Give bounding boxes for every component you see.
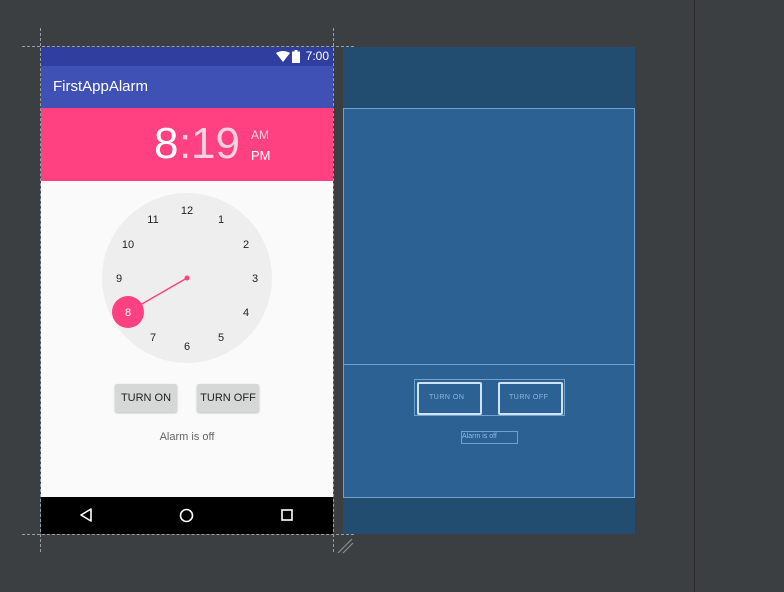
minute-display[interactable]: 19 xyxy=(191,119,240,169)
turn-off-button[interactable]: TURN OFF xyxy=(197,384,259,412)
pm-toggle[interactable]: PM xyxy=(251,148,271,163)
back-icon[interactable] xyxy=(79,508,93,522)
app-title: FirstAppAlarm xyxy=(53,78,149,95)
app-bar: FirstAppAlarm xyxy=(41,66,333,108)
wifi-icon xyxy=(276,51,290,62)
blueprint-time-picker[interactable] xyxy=(343,108,635,365)
blueprint-view: TURN ON TURN OFF Alarm is off xyxy=(343,47,635,534)
dial-number-4[interactable]: 4 xyxy=(243,307,249,319)
guide-right xyxy=(333,28,334,552)
home-icon[interactable] xyxy=(179,508,194,523)
hour-display[interactable]: 8 xyxy=(154,119,178,169)
blueprint-status-text[interactable]: Alarm is off xyxy=(461,431,518,444)
status-bar: 7:00 xyxy=(41,47,333,66)
recents-icon[interactable] xyxy=(281,509,293,521)
resize-handle-icon[interactable] xyxy=(336,537,356,555)
time-header: 8 : 19 AM PM xyxy=(41,108,333,181)
dial-number-1[interactable]: 1 xyxy=(218,214,224,226)
blueprint-turn-off-label: TURN OFF xyxy=(509,394,549,401)
blueprint-turn-on-label: TURN ON xyxy=(429,394,465,401)
time-separator: : xyxy=(179,119,192,168)
status-time: 7:00 xyxy=(305,49,329,63)
phone-preview: 7:00 FirstAppAlarm 8 : 19 AM PM 12 1 2 3… xyxy=(41,47,333,534)
side-panel xyxy=(694,0,784,592)
dial-number-3[interactable]: 3 xyxy=(252,273,258,285)
alarm-status-text: Alarm is off xyxy=(159,431,215,443)
dial-number-8[interactable]: 8 xyxy=(125,307,131,319)
battery-icon xyxy=(292,50,300,63)
dial-number-9[interactable]: 9 xyxy=(116,273,122,285)
clock-dial[interactable]: 12 1 2 3 4 5 6 7 8 9 10 11 xyxy=(102,193,272,363)
dial-number-7[interactable]: 7 xyxy=(150,332,156,344)
dial-number-5[interactable]: 5 xyxy=(218,332,224,344)
navigation-bar xyxy=(41,497,333,534)
am-toggle[interactable]: AM xyxy=(251,128,269,142)
dial-number-10[interactable]: 10 xyxy=(122,239,134,251)
dial-number-11[interactable]: 11 xyxy=(147,214,158,226)
blueprint-status-label: Alarm is off xyxy=(462,433,497,440)
dial-number-12[interactable]: 12 xyxy=(181,205,193,217)
guide-bottom xyxy=(22,534,354,535)
dial-center xyxy=(184,275,190,281)
turn-on-button[interactable]: TURN ON xyxy=(115,384,177,412)
dial-number-2[interactable]: 2 xyxy=(243,239,249,251)
dial-number-6[interactable]: 6 xyxy=(184,341,190,353)
